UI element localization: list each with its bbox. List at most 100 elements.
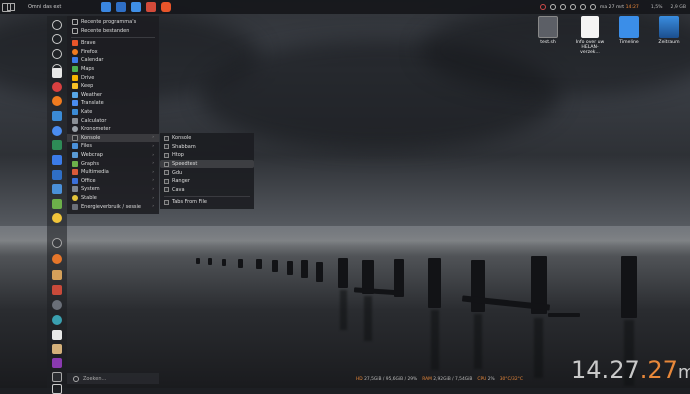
menu-item-office[interactable]: Office › bbox=[67, 177, 159, 186]
submenu-item-label: Gdu bbox=[172, 169, 183, 176]
menu-item-power-session[interactable]: Energieverbruik / sessie › bbox=[67, 202, 159, 211]
office-icon[interactable] bbox=[52, 170, 62, 180]
submenu-item-label: Speedtest bbox=[172, 161, 198, 168]
menu-item-drive[interactable]: Drive bbox=[67, 73, 159, 82]
power-icon[interactable] bbox=[52, 49, 62, 59]
submenu-item-tabs-from-file[interactable]: Tabs From File bbox=[160, 198, 254, 207]
menu-item-maps[interactable]: Maps bbox=[67, 65, 159, 74]
volume-icon[interactable] bbox=[579, 4, 586, 10]
app-icon[interactable] bbox=[52, 300, 62, 310]
menu-item-label: Webcrap bbox=[81, 152, 103, 159]
memory-usage[interactable]: 2,9 GB bbox=[671, 5, 686, 10]
file-manager-icon[interactable] bbox=[101, 2, 112, 12]
menu-item-kronometer[interactable]: Kronometer bbox=[67, 125, 159, 134]
submenu-item-gdu[interactable]: Gdu bbox=[160, 168, 254, 177]
calendar-app-icon[interactable] bbox=[52, 155, 62, 165]
menu-item-label: Maps bbox=[81, 66, 95, 73]
clock-icon bbox=[72, 19, 78, 26]
tray-clock[interactable]: ma 27 mrt 14:27 bbox=[600, 5, 639, 10]
stopwatch-icon bbox=[72, 126, 78, 133]
menu-item-label: Firefox bbox=[81, 48, 98, 55]
desktop-icon-label: test.sh bbox=[540, 40, 556, 45]
submenu-item-shabbam[interactable]: Shabbam bbox=[160, 143, 254, 152]
back-icon[interactable] bbox=[52, 20, 62, 30]
image-icon bbox=[659, 16, 679, 38]
browser-icon[interactable] bbox=[52, 126, 62, 136]
drive-icon[interactable] bbox=[52, 140, 62, 150]
menu-recent-files[interactable]: Recente bestanden bbox=[67, 27, 159, 36]
menu-item-firefox[interactable]: Firefox bbox=[67, 48, 159, 57]
menu-item-multimedia[interactable]: Multimedia › bbox=[67, 168, 159, 177]
app-icon[interactable] bbox=[52, 285, 62, 295]
clipboard-icon[interactable] bbox=[589, 4, 596, 10]
clock-minute-accent: 27 bbox=[647, 356, 678, 384]
submenu-item-konsole[interactable]: Konsole bbox=[160, 134, 254, 143]
menu-item-files[interactable]: Files › bbox=[67, 142, 159, 151]
menu-item-konsole[interactable]: Konsole › bbox=[67, 133, 159, 143]
ram-value: 2,92GiB / 7,54GiB bbox=[433, 377, 473, 382]
window-button[interactable] bbox=[7, 3, 15, 11]
desktop-icon-timeline[interactable]: Timeline bbox=[612, 16, 646, 45]
script-file-icon bbox=[538, 16, 558, 38]
submenu-item-cava[interactable]: Cava bbox=[160, 186, 254, 195]
menu-item-webcrap[interactable]: Webcrap › bbox=[67, 151, 159, 160]
brave-icon[interactable] bbox=[161, 2, 172, 12]
vpn-icon[interactable] bbox=[549, 4, 556, 10]
files-icon[interactable] bbox=[52, 184, 62, 194]
submenu-item-htop[interactable]: Htop bbox=[160, 151, 254, 160]
calendar-icon[interactable] bbox=[52, 68, 62, 78]
app-icon[interactable] bbox=[52, 111, 62, 121]
chrome-icon[interactable] bbox=[52, 254, 62, 264]
menu-item-graphs[interactable]: Graphs › bbox=[67, 159, 159, 168]
files-icon[interactable] bbox=[116, 2, 127, 12]
maps-icon bbox=[72, 66, 78, 73]
power-icon[interactable] bbox=[539, 4, 546, 10]
app-icon[interactable] bbox=[52, 238, 62, 248]
display-icon[interactable] bbox=[131, 2, 142, 12]
weather-icon bbox=[72, 91, 78, 98]
desktop-icon-test-sh[interactable]: test.sh bbox=[531, 16, 565, 45]
menu-item-brave[interactable]: Brave bbox=[67, 39, 159, 48]
network-icon[interactable] bbox=[569, 4, 576, 10]
app-icon[interactable] bbox=[52, 315, 62, 325]
desktop-icon-zeitraum[interactable]: Zeitraum bbox=[652, 16, 686, 45]
app-icon[interactable] bbox=[52, 372, 62, 382]
settings-icon[interactable] bbox=[52, 384, 62, 394]
menu-item-stable[interactable]: Stable › bbox=[67, 194, 159, 203]
search-field[interactable]: Zoeken... bbox=[67, 373, 159, 384]
menu-item-translate[interactable]: Translate bbox=[67, 99, 159, 108]
app-icon[interactable] bbox=[52, 344, 62, 354]
menu-recent-apps[interactable]: Recente programma's bbox=[67, 18, 159, 27]
calculator-icon bbox=[72, 117, 78, 124]
chevron-right-icon: › bbox=[152, 169, 154, 175]
desktop-icon-label: Timeline bbox=[619, 40, 639, 45]
system-monitor[interactable]: 1,5% bbox=[651, 5, 663, 10]
firefox-icon[interactable] bbox=[52, 96, 62, 106]
menu-item-calendar[interactable]: Calendar bbox=[67, 56, 159, 65]
refresh-icon[interactable] bbox=[52, 34, 62, 44]
submenu-item-speedtest[interactable]: Speedtest bbox=[160, 159, 254, 169]
menu-item-label: Multimedia bbox=[81, 169, 109, 176]
menu-item-system[interactable]: System › bbox=[67, 185, 159, 194]
submenu-item-label: Cava bbox=[172, 186, 185, 193]
menu-item-kate[interactable]: Kate bbox=[67, 108, 159, 117]
layers-icon[interactable] bbox=[52, 199, 62, 209]
submenu-item-ranger[interactable]: Ranger bbox=[160, 177, 254, 186]
tray-time: 14:27 bbox=[625, 4, 639, 10]
settings-icon[interactable] bbox=[146, 2, 157, 12]
menu-item-weather[interactable]: Weather bbox=[67, 91, 159, 100]
menu-item-label: Translate bbox=[81, 100, 104, 107]
menu-item-keep[interactable]: Keep bbox=[67, 82, 159, 91]
emoji-icon[interactable] bbox=[52, 213, 62, 223]
menu-item-label: Files bbox=[81, 143, 92, 150]
git-icon[interactable] bbox=[52, 82, 62, 92]
app-icon[interactable] bbox=[52, 330, 62, 340]
chevron-right-icon: › bbox=[152, 186, 154, 192]
app-icon[interactable] bbox=[52, 270, 62, 280]
app-icon[interactable] bbox=[52, 358, 62, 368]
menu-item-calculator[interactable]: Calculator bbox=[67, 116, 159, 125]
chevron-right-icon: › bbox=[152, 143, 154, 149]
bluetooth-icon[interactable] bbox=[559, 4, 566, 10]
submenu-item-label: Konsole bbox=[172, 135, 192, 142]
desktop-icon-info-document[interactable]: Info over uw HELAN-verzek... bbox=[573, 16, 607, 55]
